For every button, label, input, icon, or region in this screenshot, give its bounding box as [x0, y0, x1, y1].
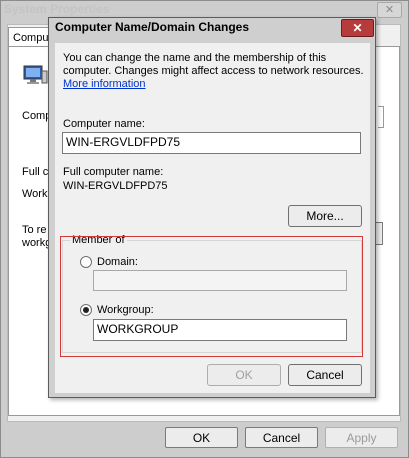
more-button[interactable]: More... [288, 205, 362, 227]
domain-radio[interactable] [80, 256, 92, 268]
more-information-link[interactable]: More information [63, 78, 146, 90]
computer-icon [21, 64, 49, 86]
intro-text-line1: You can change the name and the membersh… [63, 52, 327, 64]
workgroup-input[interactable]: WORKGROUP [93, 319, 347, 341]
dialog-cancel-button[interactable]: Cancel [288, 364, 362, 386]
computer-name-label: Computer name: [63, 118, 145, 130]
back-cancel-button[interactable]: Cancel [245, 427, 318, 448]
back-label-workgroup-2: workg [22, 237, 52, 249]
domain-input[interactable] [93, 270, 347, 291]
workgroup-label: Workgroup: [97, 304, 154, 316]
workgroup-radio[interactable] [80, 304, 92, 316]
back-label-rename: To re [22, 224, 47, 236]
back-apply-button[interactable]: Apply [325, 427, 398, 448]
tab-computer-name[interactable]: Compu [8, 27, 54, 48]
domain-label: Domain: [97, 256, 138, 268]
full-computer-name-label: Full computer name: [63, 166, 164, 178]
back-field-edge [378, 106, 384, 128]
back-label-full: Full c [22, 166, 49, 178]
dialog-close-button[interactable]: ✕ [341, 19, 374, 37]
dialog-ok-button[interactable]: OK [207, 364, 281, 386]
dialog-title: Computer Name/Domain Changes [55, 20, 250, 34]
back-change-button-edge [376, 222, 383, 245]
system-properties-title: System Properties [4, 2, 110, 16]
back-ok-button[interactable]: OK [165, 427, 238, 448]
back-label-workgroup: Work [22, 188, 48, 200]
computer-name-input[interactable]: WIN-ERGVLDFPD75 [62, 132, 361, 154]
intro-text-line2: computer. Changes might affect access to… [63, 65, 364, 77]
full-computer-name-value: WIN-ERGVLDFPD75 [63, 180, 168, 192]
system-properties-close-button[interactable]: ✕ [377, 2, 402, 18]
